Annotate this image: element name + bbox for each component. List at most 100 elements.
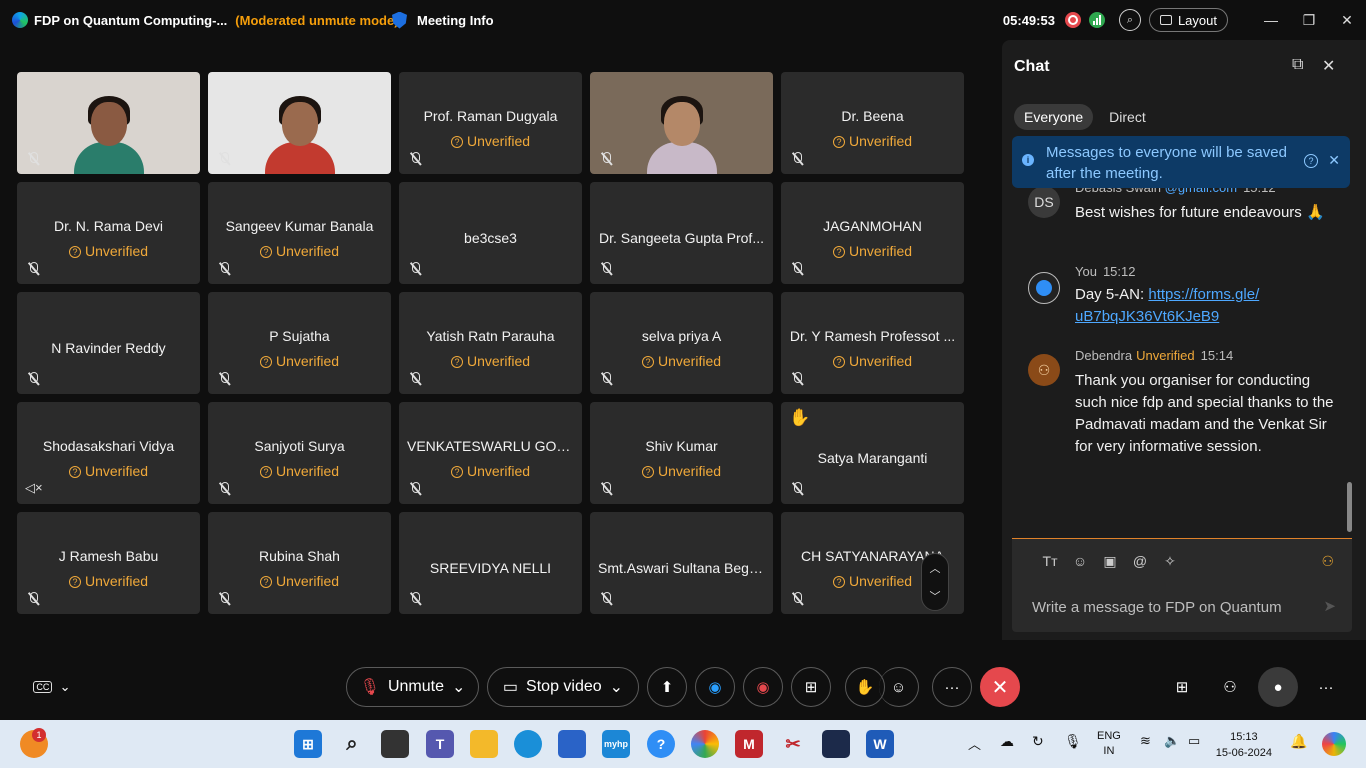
ai-sparkle-icon[interactable]: ✧ [1162,553,1178,570]
recipient-icon[interactable]: ⚇ [1321,553,1334,570]
participant-tile[interactable]: Shodasakshari Vidya? Unverified ◁× [17,402,200,504]
chat-scrollbar[interactable] [1347,482,1352,532]
participant-tile[interactable]: Sanjyoti Surya? Unverified [208,402,391,504]
unverified-label: ? Unverified [17,243,200,259]
participant-tile[interactable]: SREEVIDYA NELLI [399,512,582,614]
myhp-icon[interactable]: myhp [602,730,630,758]
chat-button[interactable]: ● [1258,667,1298,707]
mcafee-icon[interactable]: M [735,730,763,758]
captions-button[interactable]: CC ⌄ [24,667,80,707]
reactions-button[interactable]: ☺ [879,667,919,707]
participant-tile[interactable]: P Sujatha? Unverified [208,292,391,394]
teams-icon[interactable]: T [426,730,454,758]
message-text: Thank you organiser for conducting such … [1075,372,1334,455]
wifi-icon[interactable]: ≋ [1140,733,1151,749]
popout-icon[interactable]: ⧉ [1292,56,1303,74]
grid-scroll-control[interactable]: ︿ ﹀ [921,553,949,611]
battery-icon[interactable]: ▭ [1188,733,1200,749]
participant-tile[interactable]: Sangeev Kumar Banala? Unverified [208,182,391,284]
stop-video-button[interactable]: ▭ Stop video ⌄ [487,667,639,707]
help-app-icon[interactable]: ? [647,730,675,758]
form-link-cont[interactable]: uB7bqJK36Vt6KJeB9 [1075,308,1219,325]
onedrive-icon[interactable]: ☁ [1000,733,1014,750]
meeting-title: FDP on Quantum Computing-... [34,12,228,28]
participant-tile[interactable]: Smt.Aswari Sultana Begu... [590,512,773,614]
participant-tile[interactable]: Dr. Y Ramesh Professot ...? Unverified [781,292,964,394]
tab-everyone[interactable]: Everyone [1014,104,1094,130]
network-signal-icon[interactable] [1088,12,1105,28]
layout-button[interactable]: Layout [1148,8,1228,32]
webex-taskbar-icon[interactable] [822,730,850,758]
ai-assistant-icon: ◉ [708,679,722,696]
share-button[interactable]: ⬆ [647,667,687,707]
tab-direct[interactable]: Direct [1099,104,1156,130]
apps-button[interactable]: ⊞ [791,667,831,707]
close-window-button[interactable]: ✕ [1328,0,1366,40]
scroll-down-icon[interactable]: ﹀ [930,588,941,604]
notifications-bell-icon[interactable]: 🔔 [1290,733,1307,750]
participants-button[interactable]: ⚇ [1210,667,1250,707]
participant-tile[interactable] [208,72,391,174]
participant-tile[interactable]: Shiv Kumar? Unverified [590,402,773,504]
sync-icon[interactable]: ↻ [1032,733,1044,750]
participant-tile[interactable]: Yatish Ratn Parauha? Unverified [399,292,582,394]
meeting-info-button[interactable]: Meeting Info [392,0,494,40]
gif-icon[interactable]: ▣ [1102,553,1118,570]
leave-button[interactable]: ✕ [980,667,1020,707]
participant-tile[interactable]: J Ramesh Babu? Unverified [17,512,200,614]
send-icon[interactable]: ➤ [1323,597,1336,615]
recording-icon[interactable] [1064,12,1081,28]
word-icon[interactable]: W [866,730,894,758]
participant-tile[interactable]: be3cse3 [399,182,582,284]
volume-icon[interactable]: 🔈 [1164,733,1180,749]
form-link[interactable]: https://forms.gle/ [1148,286,1259,303]
emoji-icon[interactable]: ☺ [1072,553,1088,570]
start-icon[interactable]: ⊞ [294,730,322,758]
unmute-button[interactable]: 🎙 Unmute ⌄ [346,667,479,707]
text-format-icon[interactable]: Tт [1042,553,1058,570]
search-icon[interactable]: ⌕ [338,730,366,758]
system-clock[interactable]: 15:13 15-06-2024 [1216,729,1272,761]
show-hidden-icons[interactable]: ︿ [968,734,981,753]
task-view-icon[interactable] [381,730,409,758]
record-button[interactable]: ◉ [743,667,783,707]
avatar: ⚇ [1028,354,1060,386]
participant-tile[interactable]: selva priya A? Unverified [590,292,773,394]
participant-name: Sanjyoti Surya [254,438,345,454]
unverified-text: Unverified [84,463,149,479]
more-icon: ··· [1318,678,1334,696]
ai-assistant-button[interactable]: ◉ [695,667,735,707]
chrome-icon[interactable] [691,730,719,758]
zoom-icon[interactable]: ⌕ [1118,9,1141,31]
minimize-button[interactable]: — [1252,0,1290,40]
participant-tile[interactable]: Prof. Raman Dugyala? Unverified [399,72,582,174]
language-indicator[interactable]: ENG IN [1097,729,1121,759]
chat-icon: ● [1273,678,1283,696]
snipping-tool-icon[interactable]: ✂ [779,730,807,758]
participant-tile[interactable]: Dr. Sangeeta Gupta Prof... [590,182,773,284]
participant-tile[interactable]: Dr. Beena? Unverified [781,72,964,174]
participant-tile[interactable]: VENKATESWARLU GOLLA? Unverified [399,402,582,504]
store-icon[interactable] [558,730,586,758]
mention-icon[interactable]: @ [1132,553,1148,570]
help-icon[interactable]: ? [1304,154,1318,168]
copilot-icon[interactable] [1322,732,1346,756]
chat-input[interactable]: Write a message to FDP on Quantum [1032,599,1282,616]
participant-tile[interactable] [17,72,200,174]
edge-icon[interactable] [514,730,542,758]
more-options-button[interactable]: ··· [932,667,972,707]
participant-tile[interactable]: Dr. N. Rama Devi? Unverified [17,182,200,284]
participant-tile[interactable]: Satya Maranganti ✋ [781,402,964,504]
participant-tile[interactable]: N Ravinder Reddy [17,292,200,394]
file-explorer-icon[interactable] [470,730,498,758]
panel-more-button[interactable]: ··· [1306,667,1346,707]
scroll-up-icon[interactable]: ︿ [930,560,941,576]
close-notice-icon[interactable]: ✕ [1328,150,1340,171]
participant-tile[interactable]: JAGANMOHAN? Unverified [781,182,964,284]
apps-panel-button[interactable]: ⊞ [1162,667,1202,707]
participant-tile[interactable] [590,72,773,174]
participant-tile[interactable]: Rubina Shah? Unverified [208,512,391,614]
maximize-button[interactable]: ❐ [1290,0,1328,40]
close-chat-icon[interactable]: ✕ [1322,56,1335,76]
mic-muted-tray-icon[interactable]: 🎙 [1064,733,1082,750]
